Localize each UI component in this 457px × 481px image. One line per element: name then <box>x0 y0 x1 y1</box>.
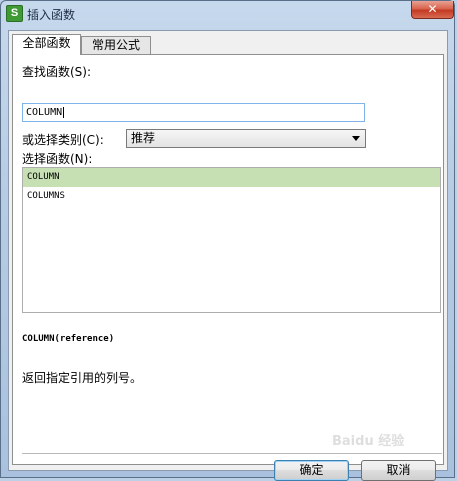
text-caret <box>63 106 65 118</box>
close-button[interactable]: ✕ <box>411 1 454 19</box>
close-icon: ✕ <box>427 2 438 16</box>
dropdown-arrow-icon <box>352 136 360 141</box>
category-label: 或选择类别(C): <box>22 133 104 147</box>
ok-button[interactable]: 确定 <box>274 460 349 481</box>
baidu-watermark: Baidu 经验 <box>332 434 405 449</box>
category-select[interactable]: 推荐 <box>126 129 366 148</box>
dialog-title: 插入函数 <box>27 8 76 22</box>
divider <box>22 453 442 455</box>
tab-label: 常用公式 <box>91 38 140 52</box>
function-list[interactable]: COLUMN COLUMNS <box>22 167 441 313</box>
function-list-item-columns[interactable]: COLUMNS <box>23 187 440 206</box>
dialog-body: 全部函数 常用公式 查找函数(S): COLUMN 或选择类别(C): 推荐 选… <box>8 30 448 481</box>
tab-label: 全部函数 <box>22 36 71 50</box>
cancel-button[interactable]: 取消 <box>361 460 436 481</box>
function-list-item-column[interactable]: COLUMN <box>23 168 440 187</box>
tab-all-functions[interactable]: 全部函数 <box>12 34 81 55</box>
tab-common-formulas[interactable]: 常用公式 <box>81 36 151 54</box>
function-list-label: 选择函数(N): <box>22 152 93 166</box>
title-bar[interactable]: S 插入函数 ✕ <box>1 1 456 27</box>
insert-function-dialog: S 插入函数 ✕ 全部函数 常用公式 查找函数(S): COLUMN 或选择类别… <box>0 0 456 481</box>
tab-panel: 查找函数(S): COLUMN 或选择类别(C): 推荐 选择函数(N): CO… <box>12 54 444 481</box>
search-label: 查找函数(S): <box>22 65 92 79</box>
function-signature: COLUMN(reference) <box>22 334 115 344</box>
function-search-input[interactable]: COLUMN <box>22 103 365 122</box>
search-input-value: COLUMN <box>26 107 63 118</box>
spreadsheet-app-icon: S <box>6 5 23 22</box>
category-selected-value: 推荐 <box>131 131 156 145</box>
function-description: 返回指定引用的列号。 <box>22 371 143 385</box>
